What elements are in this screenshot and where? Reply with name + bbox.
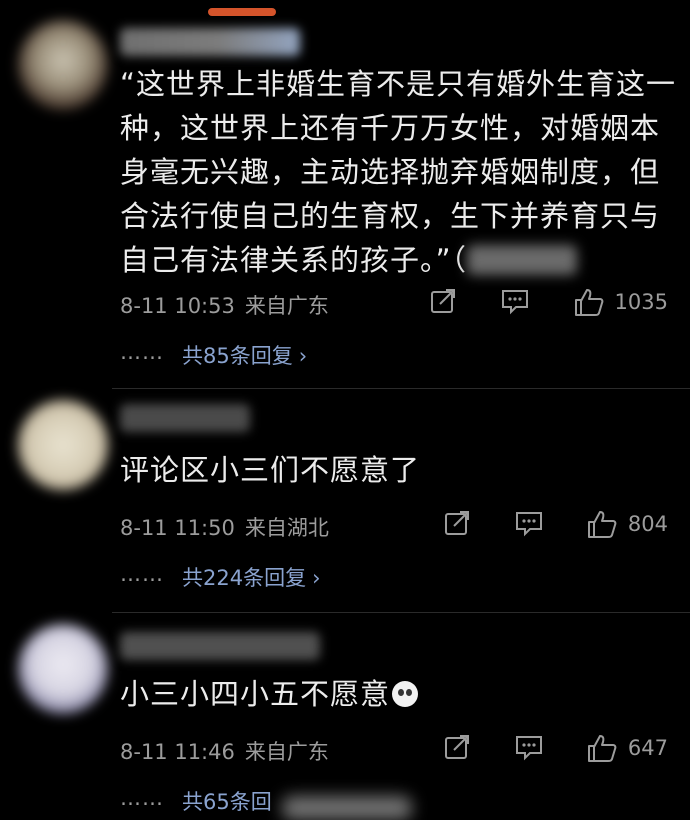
comment-location: 来自广东 (244, 294, 329, 318)
comment-text: 小三小四小五不愿意 (120, 672, 680, 716)
comment-icon[interactable] (514, 732, 544, 762)
like-count: 804 (627, 512, 668, 536)
comment-item[interactable]: “这世界上非婚生育不是只有婚外生育这一种，这世界上还有千万万女性，对婚姻本身毫无… (0, 20, 690, 368)
avatar[interactable] (18, 624, 108, 714)
username-blurred[interactable] (120, 28, 300, 56)
comment-location: 来自广东 (244, 740, 329, 764)
comment-location: 来自湖北 (244, 516, 329, 540)
share-icon[interactable] (442, 732, 472, 762)
thumbs-up-icon[interactable] (573, 287, 605, 317)
comment-list-page: “这世界上非婚生育不是只有婚外生育这一种，这世界上还有千万万女性，对婚姻本身毫无… (0, 0, 690, 820)
comment-time: 8-11 11:46 (120, 740, 235, 764)
like-count: 647 (627, 736, 668, 760)
share-icon[interactable] (428, 286, 458, 316)
blurred-mention (467, 245, 578, 275)
chevron-right-icon: › (298, 344, 308, 368)
ellipsis: …… (120, 562, 164, 586)
like-button[interactable]: 804 (586, 508, 668, 540)
comment-icon[interactable] (500, 286, 530, 316)
view-replies-link[interactable]: 共65条回 (182, 786, 272, 816)
divider (112, 388, 690, 389)
comment-text: 评论区小三们不愿意了 (120, 453, 421, 487)
top-scroll-indicator (208, 8, 276, 16)
comment-time: 8-11 11:50 (120, 516, 235, 540)
comment-meta: 8-11 11:50 来自湖北 804 (120, 508, 668, 540)
view-replies-link[interactable]: 共85条回复 › (182, 340, 307, 370)
comment-item[interactable]: 评论区小三们不愿意了 8-11 11:50 来自湖北 804 …… 共224条回… (0, 390, 690, 612)
comment-time: 8-11 10:53 (120, 294, 235, 318)
username-blurred[interactable] (120, 632, 320, 660)
avatar[interactable] (18, 400, 108, 490)
like-button[interactable]: 647 (586, 732, 668, 764)
comment-text: “这世界上非婚生育不是只有婚外生育这一种，这世界上还有千万万女性，对婚姻本身毫无… (120, 67, 677, 277)
username-blurred[interactable] (120, 404, 250, 432)
divider (112, 612, 690, 613)
like-button[interactable]: 1035 (573, 286, 668, 318)
chevron-right-icon: › (312, 566, 321, 590)
avatar[interactable] (18, 20, 108, 110)
comment-meta: 8-11 11:46 来自广东 647 (120, 732, 668, 764)
surprised-face-emoji (392, 681, 419, 707)
share-icon[interactable] (442, 508, 472, 538)
thumbs-up-icon[interactable] (586, 509, 618, 539)
blurred-overlay (282, 796, 412, 820)
thumbs-up-icon[interactable] (586, 733, 618, 763)
comment-meta: 8-11 10:53 来自广东 1035 (120, 286, 668, 318)
like-count: 1035 (614, 290, 668, 314)
view-replies-link[interactable]: 共224条回复 › (182, 562, 321, 592)
comment-item[interactable]: 小三小四小五不愿意 8-11 11:46 来自广东 647 …… 共65条回 (0, 614, 690, 820)
ellipsis: …… (120, 786, 164, 810)
ellipsis: …… (120, 340, 164, 364)
comment-icon[interactable] (514, 508, 544, 538)
